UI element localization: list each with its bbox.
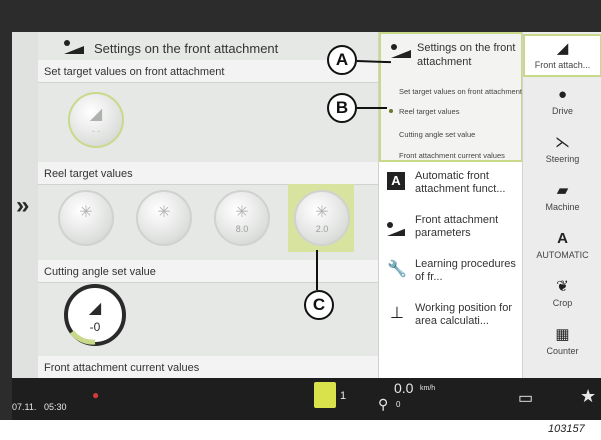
reel-icon: ✳ — [79, 204, 93, 221]
combine-icon: ▰ — [556, 182, 569, 199]
header-icon — [64, 40, 84, 54]
header-status-icon[interactable] — [314, 382, 336, 408]
submenu-panel: Settings on the front attachment Set tar… — [378, 32, 523, 378]
target-value-knob[interactable]: ◢ · · — [68, 92, 124, 148]
nav-item-drive[interactable]: ● Drive — [523, 82, 601, 125]
star-icon[interactable]: ★ — [580, 386, 596, 407]
callout-c: C — [304, 290, 334, 320]
submenu-title: Settings on the front attachment — [417, 42, 516, 68]
main-panel: Settings on the front attachment Set tar… — [38, 32, 378, 378]
header-icon: ◢ — [556, 40, 569, 57]
time-readout: 05:30 — [44, 402, 67, 412]
section-label: Cutting angle set value — [44, 266, 156, 278]
left-strip: » — [12, 32, 38, 378]
menu-item-parameters[interactable]: Front attachment parameters — [379, 210, 523, 252]
header-icon — [391, 44, 411, 58]
section-label: Reel target values — [44, 168, 133, 180]
date-readout: 07.11. — [12, 402, 37, 412]
callout-a: A — [327, 45, 357, 75]
expand-chevron-icon[interactable]: » — [16, 192, 30, 220]
submenu-item[interactable]: Set target values on front attachment — [399, 87, 522, 96]
cutting-angle-arc — [70, 330, 96, 345]
callout-line — [357, 107, 387, 109]
speed-readout: 0.0 — [394, 380, 414, 396]
automatic-a-icon: A — [387, 172, 405, 190]
reel-knob-selected[interactable]: ✳ 2.0 — [294, 190, 350, 246]
record-icon[interactable]: ● — [92, 388, 99, 402]
nav-item-crop[interactable]: ❦ Crop — [523, 274, 601, 317]
figure-number: 103157 — [548, 423, 585, 435]
submenu-item[interactable]: Reel target values — [399, 107, 459, 116]
menu-item-learning[interactable]: 🔧 Learning procedures of fr... — [379, 254, 523, 296]
reel-icon: ✳ — [315, 204, 329, 221]
knob-value: · · — [91, 126, 101, 136]
submenu-item[interactable]: Cutting angle set value — [399, 130, 475, 139]
menu-item-working-position[interactable]: ⊥ Working position for area calculati... — [379, 298, 523, 340]
combine-status-icon[interactable]: ▭ — [518, 388, 533, 408]
bottom-status-bar: 07.11. 05:30 ● 1 0.0 km/h 0 ⚲ ▭ ★ — [12, 378, 601, 420]
header-indicator: 1 — [340, 390, 347, 402]
counter-icon: ▦ — [555, 326, 570, 343]
nav-item-steering[interactable]: ⋋ Steering — [523, 130, 601, 173]
section-header-current[interactable]: Front attachment current values — [38, 356, 378, 378]
nav-item-machine[interactable]: ▰ Machine — [523, 178, 601, 221]
height-icon: ◢ — [89, 106, 103, 123]
drive-icon: ● — [557, 86, 568, 103]
speed-unit: km/h — [420, 385, 436, 392]
right-nav: ◢ Front attach... ● Drive ⋋ Steering ▰ M… — [522, 32, 601, 378]
submenu-current[interactable]: Settings on the front attachment Set tar… — [379, 32, 523, 162]
section-label: Front attachment current values — [44, 362, 200, 374]
section-header-cutting[interactable]: Cutting angle set value — [38, 260, 378, 283]
reel-knob[interactable]: ✳ 8.0 — [214, 190, 270, 246]
wrench-icon: 🔧 — [387, 261, 407, 278]
submenu-item[interactable]: Front attachment current values — [399, 151, 517, 160]
speed-sub: 0 — [396, 400, 401, 409]
section-label: Set target values on front attachment — [44, 66, 225, 78]
operator-icon: ⚲ — [378, 396, 389, 412]
menu-item-automatic[interactable]: A Automatic front attachment funct... — [379, 166, 523, 208]
current-item-dot-icon — [389, 109, 393, 113]
header-icon — [387, 222, 405, 236]
page-title: Settings on the front attachment — [94, 41, 279, 56]
nav-item-automatic[interactable]: A AUTOMATIC — [523, 226, 601, 269]
position-icon: ⊥ — [390, 305, 404, 322]
callout-b: B — [327, 93, 357, 123]
reel-icon: ✳ — [157, 204, 171, 221]
reel-knob[interactable]: ✳ — [58, 190, 114, 246]
steering-icon: ⋋ — [555, 134, 570, 151]
crop-icon: ❦ — [556, 278, 569, 295]
screen: » Settings on the front attachment Set t… — [12, 32, 601, 378]
callout-line — [316, 250, 318, 290]
section-header-reel[interactable]: Reel target values — [38, 162, 378, 185]
nav-item-counter[interactable]: ▦ Counter — [523, 322, 601, 365]
reel-icon: ✳ — [235, 204, 249, 221]
reel-knob[interactable]: ✳ — [136, 190, 192, 246]
automatic-a-icon: A — [557, 230, 568, 247]
nav-item-front-attachment[interactable]: ◢ Front attach... — [523, 34, 601, 77]
